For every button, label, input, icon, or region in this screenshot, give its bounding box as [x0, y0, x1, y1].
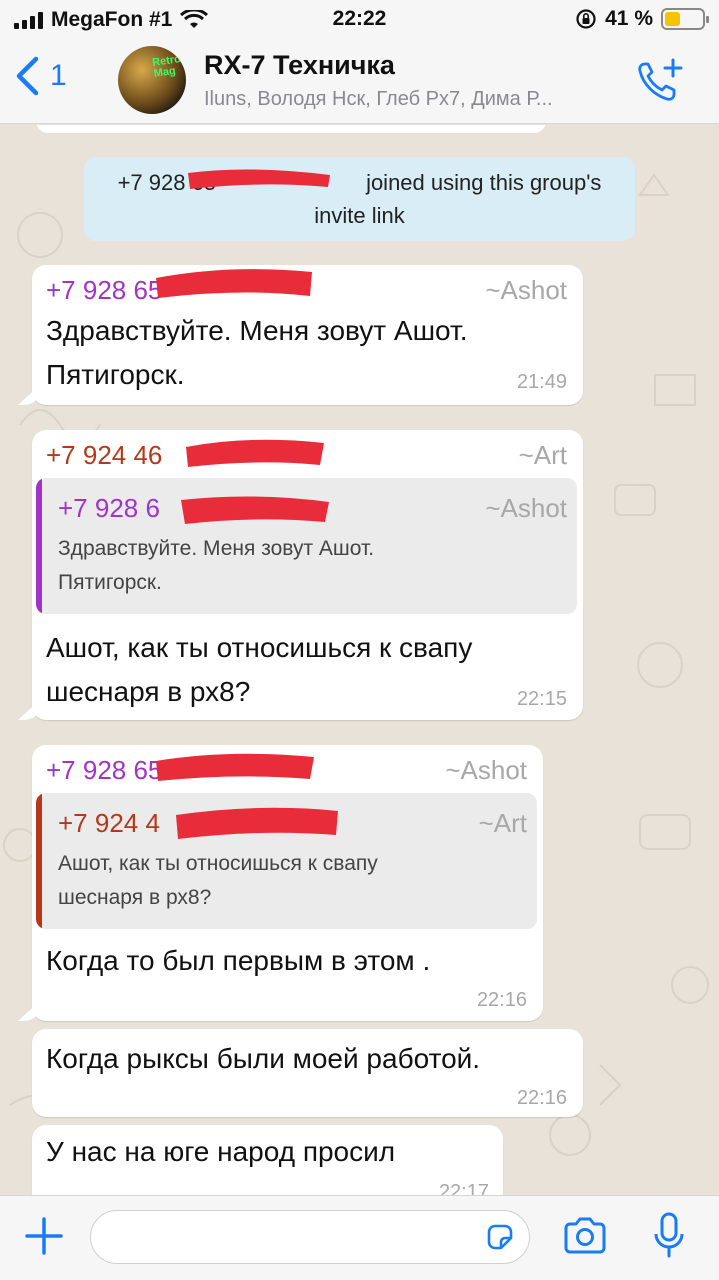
redaction-mark [186, 439, 324, 467]
quote-text: Ашот, как ты относишься к свапу шеснаря в… [58, 852, 378, 909]
redaction-mark [156, 269, 312, 298]
message-time: 21:49 [516, 371, 567, 393]
quote-pushname: ~Art [478, 808, 527, 838]
message-sender[interactable]: +7 928 65 [46, 755, 162, 786]
message-pushname: ~Art [518, 440, 567, 470]
message-sender[interactable]: +7 928 65 [46, 275, 162, 306]
message-time: 22:16 [516, 1087, 567, 1109]
redaction-mark [156, 753, 314, 781]
group-avatar[interactable]: Retro Mag [118, 46, 186, 114]
quote-text: Здравствуйте. Меня зовут Ашот. Пятигорск. [58, 537, 375, 594]
message-text: У нас на юге народ просил [46, 1136, 396, 1167]
message-text: Когда то был первым в этом . [46, 945, 431, 976]
redaction-mark [188, 169, 330, 189]
previous-bubble [36, 125, 546, 133]
redaction-mark [176, 807, 338, 839]
add-call-icon[interactable] [637, 58, 685, 104]
message-time: 22:16 [476, 989, 527, 1011]
quote-sender: +7 928 6 [58, 493, 160, 523]
battery-percent: 41 % [605, 7, 653, 30]
chat-title[interactable]: RX-7 Техничка [204, 50, 395, 81]
battery-icon [661, 8, 709, 30]
avatar-logo: Retro Mag [151, 53, 182, 80]
quote-sender: +7 924 4 [58, 808, 160, 838]
system-message: +7 928 65 joined using this group's invit… [84, 157, 635, 241]
system-line-2: invite link [314, 203, 405, 228]
message-text: Здравствуйте. Меня зовут Ашот. Пятигорск. [46, 315, 468, 390]
message-pushname: ~Ashot [445, 755, 527, 785]
system-line-1: +7 928 65 joined using this group's [117, 170, 602, 195]
composer-bar [0, 1195, 719, 1280]
message-time: 22:15 [516, 688, 567, 710]
quote-pushname: ~Ashot [485, 493, 567, 523]
back-chevron-icon [16, 56, 39, 96]
camera-icon[interactable] [562, 1216, 608, 1256]
unread-count: 1 [50, 59, 67, 92]
status-right: 41 % [575, 7, 709, 31]
battery-fill [665, 12, 680, 26]
chat-area[interactable]: +7 928 65 joined using this group's invit… [0, 125, 719, 1195]
quote-bar [36, 478, 42, 614]
message-text: Когда рыксы были моей работой. [46, 1043, 481, 1074]
plus-icon[interactable] [24, 1216, 64, 1256]
message-text: Ашот, как ты относишься к свапу шеснаря в… [46, 632, 473, 707]
message-pushname: ~Ashot [485, 275, 567, 305]
message-input[interactable] [90, 1210, 530, 1264]
status-bar: MegaFon #1 22:22 41 % [0, 0, 719, 38]
back-button[interactable]: 1 [14, 56, 67, 96]
orientation-lock-icon [576, 9, 596, 29]
microphone-icon[interactable] [652, 1212, 686, 1260]
message-bubble[interactable]: Когда рыксы были моей работой. 22:16 [32, 1029, 583, 1117]
message-time: 22:17 [438, 1181, 489, 1195]
message-bubble[interactable]: У нас на юге народ просил 22:17 [32, 1125, 503, 1195]
sticker-icon[interactable] [485, 1222, 515, 1252]
message-sender[interactable]: +7 924 46 [46, 440, 162, 471]
quote-bar [36, 793, 42, 929]
message-bubble[interactable]: +7 924 46 ~Art +7 928 6 ~Ashot Здравству… [32, 430, 583, 720]
chat-header: 1 Retro Mag RX-7 Техничка Iluns, Володя Н… [0, 38, 719, 124]
redaction-mark [181, 496, 329, 524]
chat-participants[interactable]: Iluns, Володя Нск, Глеб Рх7, Дима Р... [204, 88, 634, 111]
